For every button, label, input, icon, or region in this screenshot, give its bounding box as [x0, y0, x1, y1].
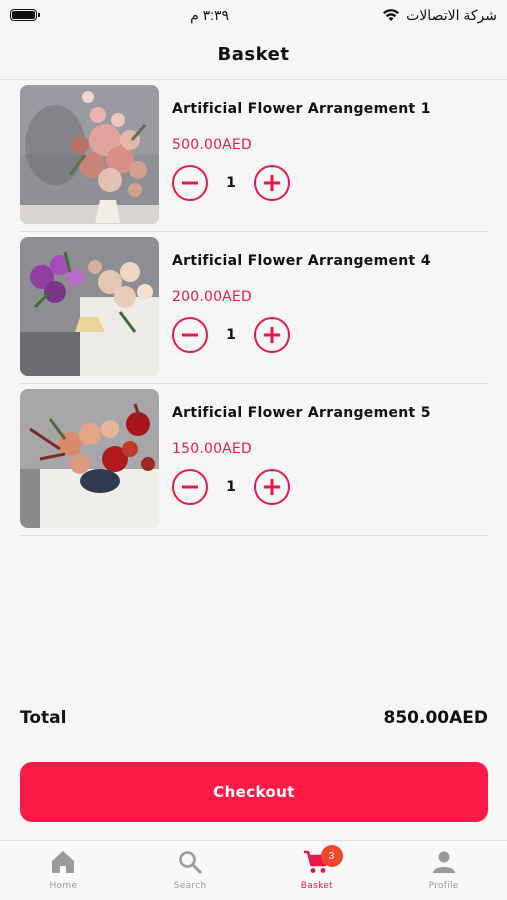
tab-label: Search: [173, 881, 207, 891]
total-value: 850.00AED: [383, 708, 488, 728]
product-name[interactable]: Artificial Flower Arrangement 4: [172, 253, 488, 269]
quantity-value: 1: [226, 327, 236, 343]
product-name[interactable]: Artificial Flower Arrangement 1: [172, 101, 488, 117]
status-right: شركة الاتصالات: [382, 7, 497, 24]
plus-icon: [264, 175, 280, 191]
product-image[interactable]: [20, 85, 159, 224]
tab-label: Home: [49, 881, 78, 891]
tab-home[interactable]: Home: [0, 841, 127, 900]
checkout-button[interactable]: Checkout: [20, 762, 488, 822]
increase-quantity-button[interactable]: [254, 165, 290, 201]
quantity-stepper: 1: [172, 317, 488, 353]
basket-item: Artificial Flower Arrangement 5 150.00AE…: [20, 384, 488, 536]
minus-icon: [182, 333, 198, 337]
quantity-stepper: 1: [172, 165, 488, 201]
person-icon: [432, 851, 455, 873]
tab-profile[interactable]: Profile: [380, 841, 507, 900]
plus-icon: [264, 327, 280, 343]
tab-search[interactable]: Search: [127, 841, 254, 900]
quantity-value: 1: [226, 175, 236, 191]
increase-quantity-button[interactable]: [254, 469, 290, 505]
basket-item: Artificial Flower Arrangement 4 200.00AE…: [20, 232, 488, 384]
status-bar: ٣:٣٩ م شركة الاتصالات: [0, 0, 507, 30]
basket-list: Artificial Flower Arrangement 1 500.00AE…: [20, 80, 488, 536]
decrease-quantity-button[interactable]: [172, 317, 208, 353]
product-price: 150.00AED: [172, 441, 252, 457]
product-price: 200.00AED: [172, 289, 252, 305]
tab-label: Profile: [428, 881, 459, 891]
quantity-stepper: 1: [172, 469, 488, 505]
tab-basket[interactable]: 3 Basket: [254, 841, 381, 900]
minus-icon: [182, 485, 198, 489]
decrease-quantity-button[interactable]: [172, 469, 208, 505]
tab-label: Basket: [300, 881, 333, 891]
item-info: Artificial Flower Arrangement 1 500.00AE…: [172, 85, 488, 201]
home-icon: [52, 851, 75, 873]
page-header: Basket: [0, 30, 507, 80]
product-name[interactable]: Artificial Flower Arrangement 5: [172, 405, 488, 421]
total-label: Total: [20, 708, 67, 728]
basket-item: Artificial Flower Arrangement 1 500.00AE…: [20, 80, 488, 232]
page-title: Basket: [217, 44, 290, 65]
increase-quantity-button[interactable]: [254, 317, 290, 353]
item-info: Artificial Flower Arrangement 4 200.00AE…: [172, 237, 488, 353]
quantity-value: 1: [226, 479, 236, 495]
wifi-icon: [383, 9, 400, 21]
product-price: 500.00AED: [172, 137, 252, 153]
decrease-quantity-button[interactable]: [172, 165, 208, 201]
total-row: Total 850.00AED: [20, 708, 488, 728]
carrier-name: شركة الاتصالات: [406, 6, 497, 23]
product-image[interactable]: [20, 389, 159, 528]
search-icon: [179, 851, 202, 874]
tab-bar: Home Search 3 Basket Profile: [0, 840, 507, 900]
plus-icon: [264, 479, 280, 495]
cart-count-badge: 3: [320, 845, 343, 867]
minus-icon: [182, 181, 198, 185]
product-image[interactable]: [20, 237, 159, 376]
battery-icon: [10, 9, 40, 21]
status-time: ٣:٣٩ م: [190, 6, 230, 23]
item-info: Artificial Flower Arrangement 5 150.00AE…: [172, 389, 488, 505]
